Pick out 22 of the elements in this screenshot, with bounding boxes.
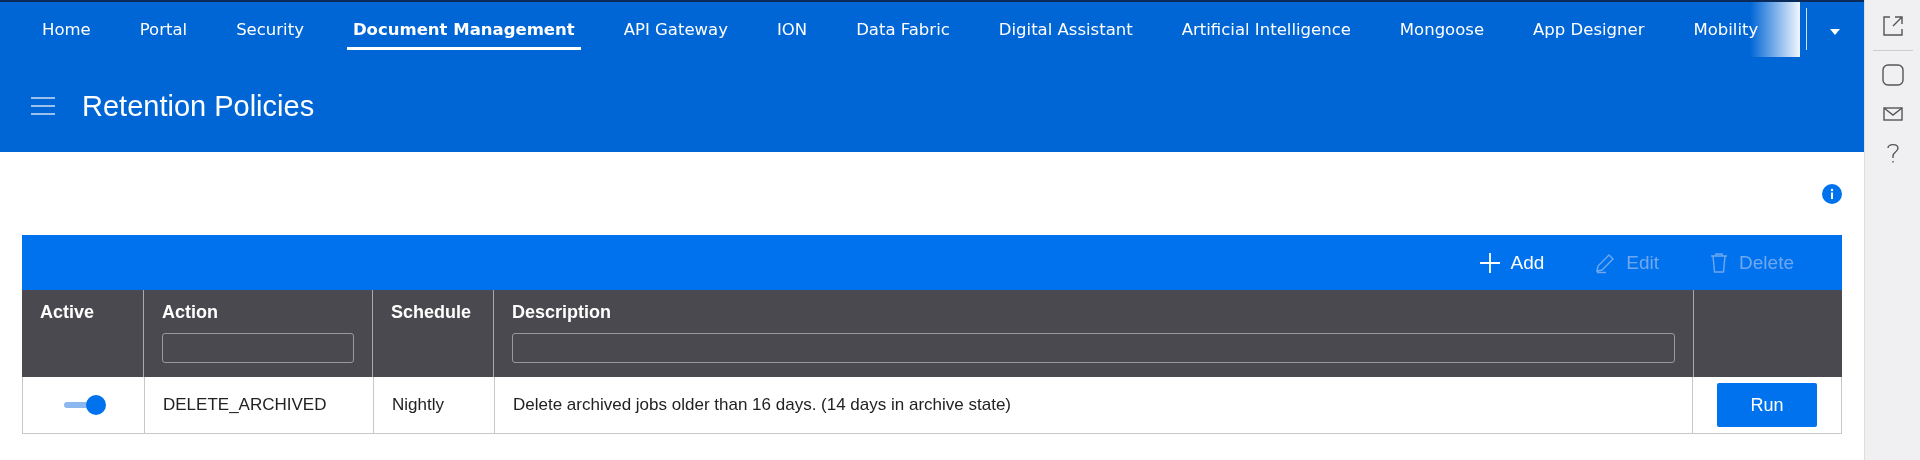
table-cell: Nightly <box>392 395 444 415</box>
nav-tab[interactable]: App Designer <box>1527 12 1651 50</box>
table-cell: Delete archived jobs older than 16 days. (14 days in archive state) <box>513 395 1011 415</box>
column-label: Schedule <box>391 302 473 323</box>
page-title: Retention Policies <box>82 89 315 123</box>
nav-tab[interactable]: Mobility <box>1687 12 1765 50</box>
nav-tab[interactable]: Artificial Intelligence <box>1175 12 1357 50</box>
nav-tab[interactable]: API Gateway <box>617 12 734 50</box>
nav-tab[interactable]: Home <box>36 12 97 50</box>
nav-tab[interactable]: Security <box>230 12 310 50</box>
column-label: Action <box>162 302 219 323</box>
table-cell: DELETE_ARCHIVED <box>163 395 327 415</box>
toolbar-button[interactable]: Add <box>1478 251 1545 274</box>
column-label: Active <box>40 302 96 323</box>
nav-tab[interactable]: Mongoose <box>1393 12 1491 50</box>
nav-tab[interactable]: ION <box>770 12 814 50</box>
nav-tab[interactable]: Data Fabric <box>850 12 956 50</box>
nav-tab[interactable]: Portal <box>133 12 194 50</box>
column-label: Description <box>512 302 613 323</box>
nav-tab[interactable]: Digital Assistant <box>992 12 1139 50</box>
nav-tab[interactable]: Document Management <box>346 12 581 50</box>
run-button[interactable]: Run <box>1717 383 1817 427</box>
